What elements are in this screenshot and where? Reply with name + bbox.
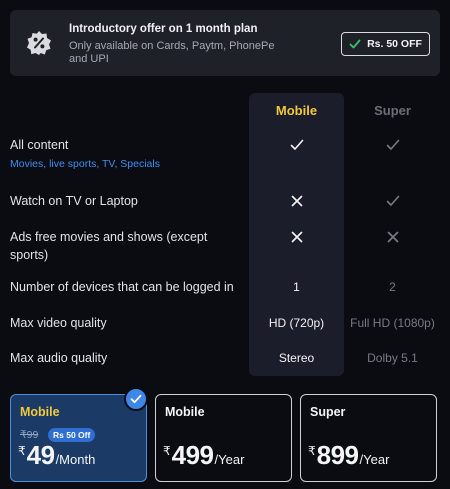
mobile-all-content-cell [249, 136, 344, 154]
plan-price: ₹ 49 /Month [18, 440, 95, 471]
plan-name: Mobile [165, 405, 205, 419]
offer-subtitle: Only available on Cards, Paytm, PhonePe … [69, 40, 275, 65]
feature-label: Max audio quality [10, 351, 108, 365]
super-devices-cell: 2 [389, 280, 396, 294]
plan-period: /Year [214, 452, 245, 467]
feature-label: Number of devices that can be logged in [10, 280, 234, 294]
mobile-devices-cell: 1 [293, 280, 300, 294]
check-icon [290, 139, 303, 150]
feature-label: Max video quality [10, 316, 107, 330]
plan-price: ₹ 499 /Year [163, 440, 244, 471]
selected-check-badge [124, 387, 148, 411]
check-icon [386, 139, 399, 150]
discount-icon [27, 31, 51, 55]
plan-name: Mobile [20, 405, 60, 419]
mobile-audio-quality-cell: Stereo [278, 351, 315, 365]
cross-icon [291, 231, 302, 243]
super-tv-laptop-cell [345, 192, 440, 210]
plan-period: /Year [359, 452, 390, 467]
cross-icon [291, 195, 302, 207]
column-header-super: Super [374, 103, 411, 118]
offer-pill-label: Rs. 50 OFF [367, 38, 422, 50]
super-ads-free-cell [345, 228, 440, 246]
check-icon [130, 394, 142, 404]
rupee-symbol: ₹ [163, 444, 171, 458]
feature-sublabel-link[interactable]: Movies, live sports, TV, Specials [10, 158, 160, 170]
offer-title: Introductory offer on 1 month plan [69, 23, 258, 35]
plan-price-amount: 899 [316, 440, 359, 470]
mobile-ads-free-cell [249, 228, 344, 246]
cross-icon [387, 231, 398, 243]
plan-card-super-yearly[interactable]: Super ₹ 899 /Year [300, 394, 437, 482]
mobile-video-quality-cell: HD (720p) [268, 316, 325, 330]
feature-label: Ads free movies and shows (except sports… [10, 230, 208, 262]
mobile-tv-laptop-cell [249, 192, 344, 210]
feature-label: All content [10, 138, 69, 152]
check-icon [386, 195, 399, 206]
plan-card-mobile-yearly[interactable]: Mobile ₹ 499 /Year [155, 394, 292, 482]
column-header-mobile: Mobile [275, 103, 318, 118]
super-audio-quality-cell: Dolby 5.1 [367, 351, 418, 365]
offer-banner: Introductory offer on 1 month plan Only … [10, 10, 440, 76]
feature-label: Watch on TV or Laptop [10, 194, 138, 208]
offer-discount-pill[interactable]: Rs. 50 OFF [341, 32, 430, 56]
check-icon [349, 39, 361, 49]
plan-price-amount: 499 [171, 440, 214, 470]
plan-price: ₹ 899 /Year [308, 440, 389, 471]
super-video-quality-cell: Full HD (1080p) [350, 316, 435, 330]
rupee-symbol: ₹ [18, 444, 26, 458]
plan-name: Super [310, 405, 346, 419]
rupee-symbol: ₹ [308, 444, 316, 458]
plan-price-amount: 49 [26, 440, 55, 470]
plan-period: /Month [55, 452, 96, 467]
super-all-content-cell [345, 136, 440, 154]
